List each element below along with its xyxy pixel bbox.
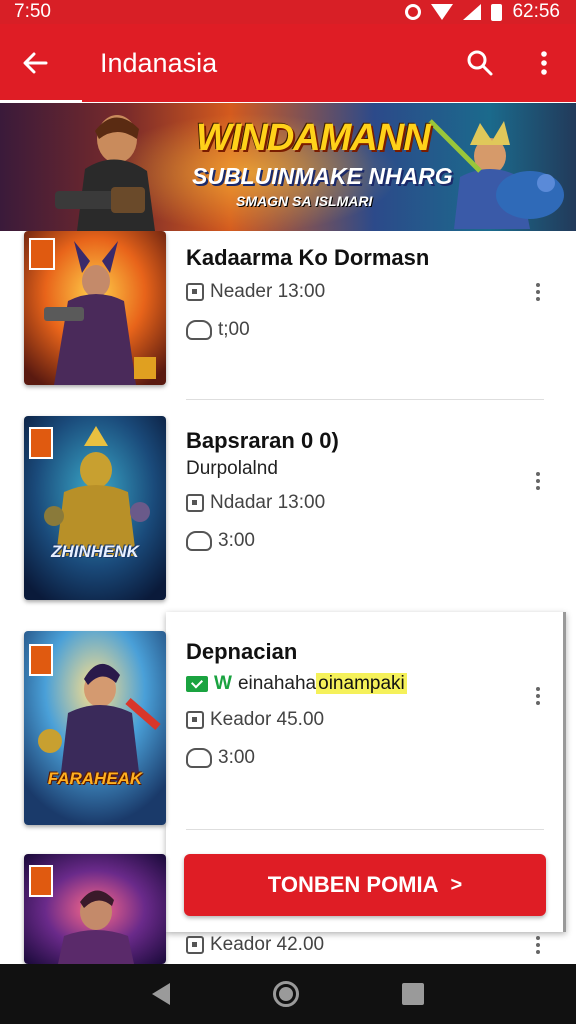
- game-size: 3:00: [218, 747, 255, 768]
- game-title: Kadaarma Ko Dormasn: [186, 245, 430, 270]
- game-title: Bapsraran 0 0): [186, 428, 339, 453]
- calendar-icon: [186, 283, 204, 301]
- overflow-menu-button[interactable]: [512, 24, 576, 102]
- game-date: Keador 42.00: [210, 934, 325, 955]
- calendar-icon: [186, 494, 204, 512]
- game-cover: [24, 854, 166, 964]
- verified-letter: W: [214, 673, 232, 694]
- list-item[interactable]: FARAHEAK Depnacian W einahaha oinampaki K…: [0, 631, 576, 831]
- game-date: Ndadar 13:00: [210, 492, 326, 513]
- game-title: Depnacian: [186, 639, 298, 664]
- promo-banner[interactable]: WINDAMANN SUBLUINMAKE NHARG SMAGN SA ISL…: [0, 103, 576, 231]
- banner-small-text: SMAGN SA ISLMARI: [236, 193, 373, 209]
- size-row: t;00: [186, 319, 250, 341]
- verified-text-plain: einahaha: [237, 673, 317, 694]
- verified-row: W einahaha oinampaki: [186, 673, 407, 695]
- cover-title-text: ZHINHENK: [51, 542, 139, 561]
- cloud-icon: [186, 320, 212, 340]
- item-menu-button[interactable]: [526, 681, 550, 711]
- status-clock: 62:56: [512, 1, 560, 22]
- system-nav-bar: [0, 964, 576, 1024]
- signal-icon: [463, 4, 482, 20]
- cloud-icon: [186, 531, 212, 551]
- banner-hero-left-image: [55, 115, 155, 231]
- cover-title-text: FARAHEAK: [47, 769, 143, 788]
- game-cover: [24, 231, 166, 385]
- chevron-right-icon: >: [450, 873, 463, 896]
- battery-icon: [491, 3, 503, 21]
- alarm-icon: [405, 4, 422, 20]
- game-size: t;00: [218, 319, 250, 340]
- game-date: Neader 13:00: [210, 281, 326, 302]
- divider: [186, 829, 544, 830]
- cloud-icon: [186, 748, 212, 768]
- cta-label: TONBEN POMIA: [267, 872, 439, 897]
- arrow-left-icon: [23, 52, 48, 74]
- nav-recents-icon[interactable]: [402, 983, 425, 1005]
- item-menu-button[interactable]: [526, 277, 550, 307]
- game-cover-art: [24, 231, 166, 385]
- primary-action-button[interactable]: TONBEN POMIA >: [184, 854, 546, 916]
- nav-back-icon[interactable]: [151, 983, 170, 1005]
- game-cover: ZHINHENK: [24, 416, 166, 600]
- verified-icon: [186, 676, 208, 692]
- divider: [186, 399, 544, 400]
- status-bar: 7:50 62:56: [0, 0, 576, 24]
- item-menu-button[interactable]: [526, 466, 550, 496]
- date-row: Neader 13:00: [186, 281, 325, 303]
- search-button[interactable]: [448, 24, 512, 102]
- date-row: Keador 45.00: [186, 709, 324, 731]
- game-date: Keador 45.00: [210, 709, 325, 730]
- wifi-icon: [431, 4, 454, 20]
- calendar-icon: [186, 711, 204, 729]
- item-menu-button[interactable]: [526, 930, 550, 960]
- banner-subtitle: SUBLUINMAKE NHARG: [192, 163, 453, 189]
- list-item[interactable]: ZHINHENK Bapsraran 0 0) Durpolalnd Ndada…: [0, 416, 576, 616]
- game-cover-art: [24, 854, 166, 964]
- game-cover-art: [24, 416, 166, 600]
- size-row: 3:00: [186, 530, 255, 552]
- verified-text: einahaha oinampaki: [238, 673, 407, 695]
- verified-text-highlight: oinampaki: [316, 673, 407, 694]
- status-time: 7:50: [14, 1, 51, 22]
- status-icons: 62:56: [405, 1, 560, 23]
- size-row: 3:00: [186, 747, 255, 769]
- search-icon: [467, 50, 493, 76]
- date-row: Keador 42.00: [186, 934, 324, 956]
- back-button[interactable]: [0, 24, 70, 102]
- game-size: 3:00: [218, 530, 255, 551]
- game-cover: FARAHEAK: [24, 631, 166, 825]
- page-title: Indanasia: [100, 47, 218, 78]
- list-item[interactable]: Kadaarma Ko Dormasn Neader 13:00 t;00: [0, 231, 576, 401]
- game-developer: Durpolalnd: [186, 458, 278, 479]
- nav-home-icon[interactable]: [272, 981, 299, 1007]
- calendar-icon: [186, 936, 204, 954]
- date-row: Ndadar 13:00: [186, 492, 325, 514]
- app-bar: Indanasia: [0, 24, 576, 102]
- game-cover-art: [24, 631, 166, 825]
- more-vert-icon: [541, 51, 547, 75]
- banner-title: WINDAMANN: [196, 117, 431, 159]
